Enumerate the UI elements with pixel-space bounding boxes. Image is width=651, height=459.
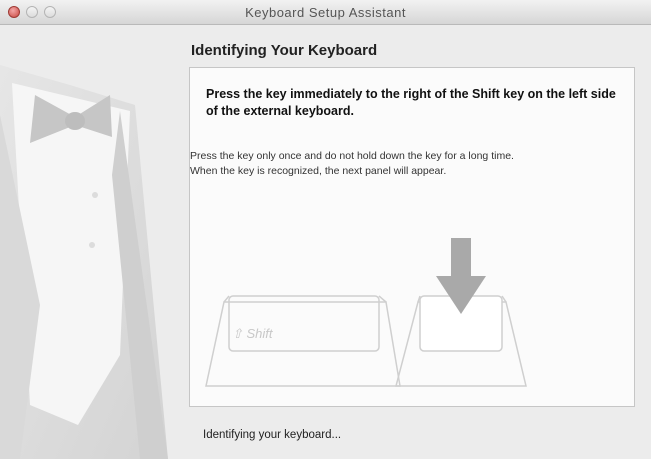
status-text: Identifying your keyboard... [203, 429, 342, 441]
keyboard-setup-window: Keyboard Setup Assistant Identifying You… [0, 0, 651, 459]
note-line-2: When the key is recognized, the next pan… [190, 165, 447, 177]
shift-key: ⇧ Shift [205, 295, 401, 387]
title-bar: Keyboard Setup Assistant [0, 0, 651, 25]
tuxedo-illustration [0, 25, 180, 459]
note-line-1: Press the key only once and do not hold … [190, 150, 514, 162]
window-title: Keyboard Setup Assistant [245, 5, 406, 20]
content-panel: Press the key immediately to the right o… [189, 67, 635, 407]
page-heading: Identifying Your Keyboard [191, 42, 378, 59]
shift-key-label: ⇧ Shift [232, 326, 274, 341]
keyboard-keys-illustration: ⇧ Shift [205, 238, 527, 387]
note-text: Press the key only once and do not hold … [190, 149, 630, 179]
instruction-text: Press the key immediately to the right o… [206, 87, 616, 118]
